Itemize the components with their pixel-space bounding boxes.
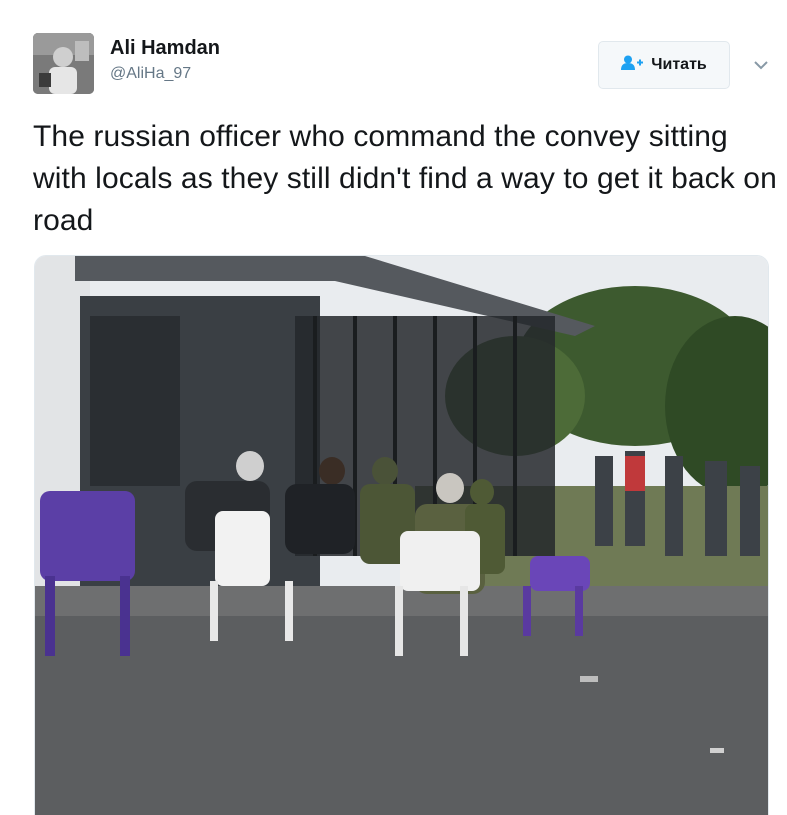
more-options-caret[interactable]: [748, 52, 774, 78]
add-user-icon: [621, 55, 644, 76]
chevron-down-icon: [754, 60, 768, 69]
author-name[interactable]: Ali Hamdan: [110, 36, 220, 60]
tweet-photo[interactable]: [34, 255, 769, 815]
avatar-photo: [33, 33, 94, 94]
follow-button-label: Читать: [651, 56, 707, 73]
photo-image: [35, 256, 768, 815]
author-handle[interactable]: @AliHa_97: [110, 64, 191, 84]
tweet-text: The russian officer who command the conv…: [33, 120, 777, 237]
follow-button[interactable]: Читать: [598, 41, 730, 89]
avatar[interactable]: [33, 33, 94, 94]
